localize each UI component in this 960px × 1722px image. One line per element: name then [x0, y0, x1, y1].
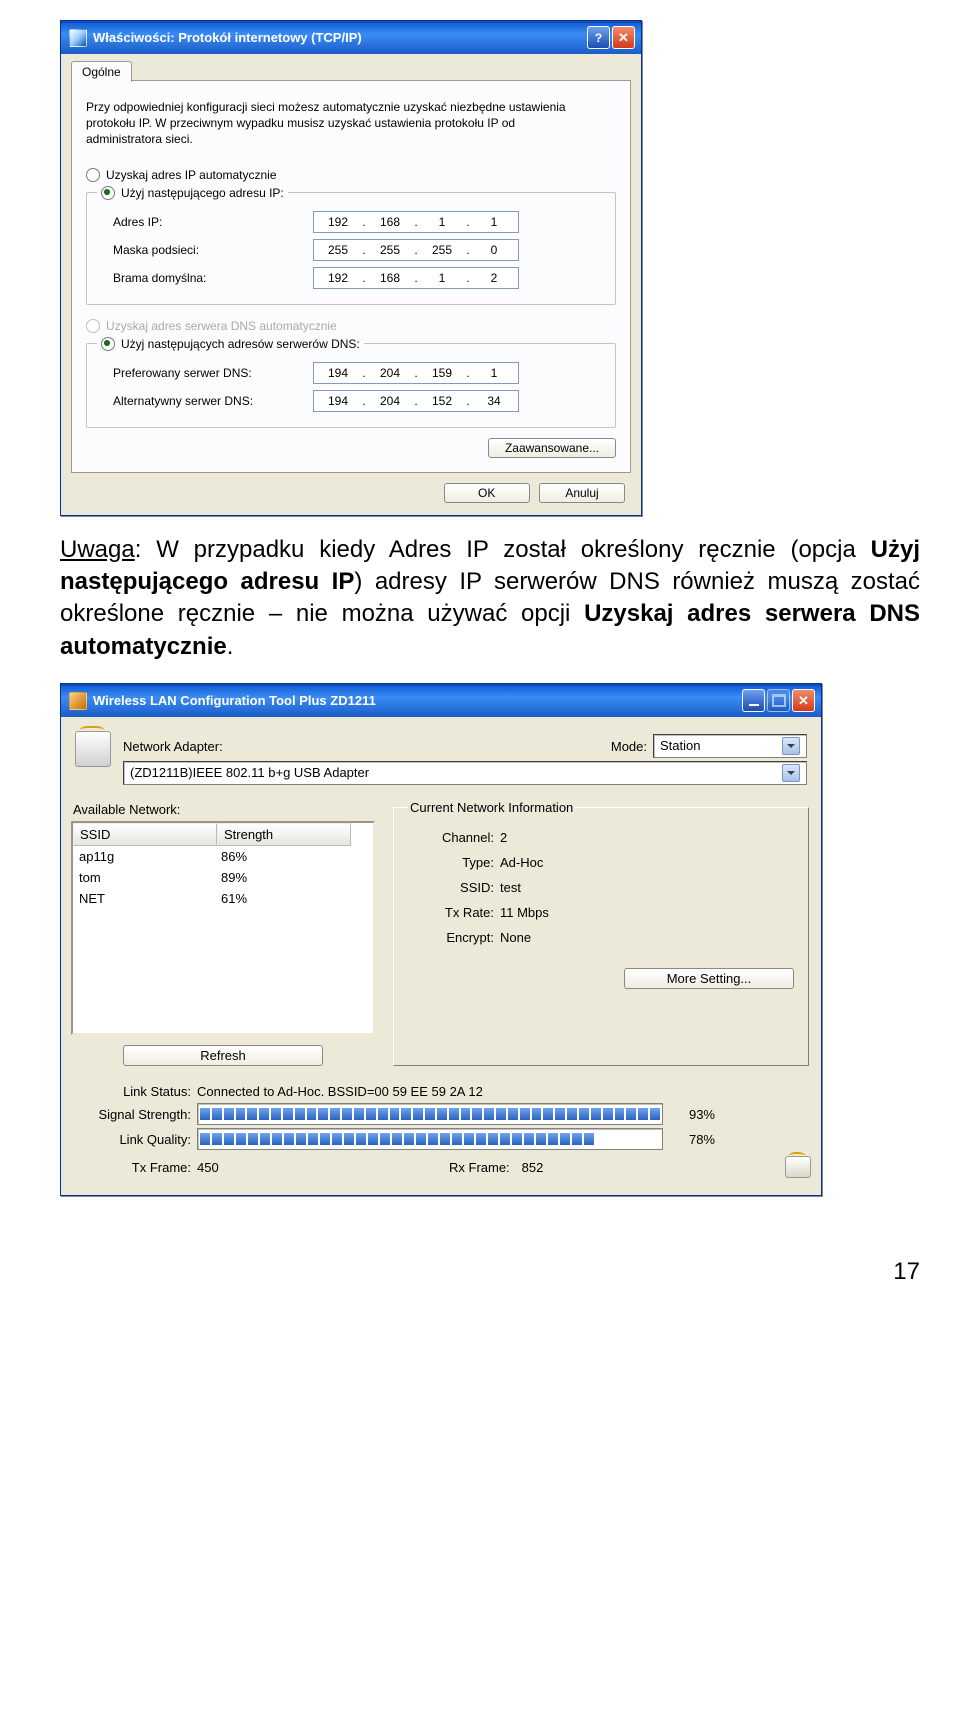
tab-general[interactable]: Ogólne — [71, 61, 132, 82]
tcpip-title: Właściwości: Protokół internetowy (TCP/I… — [93, 30, 585, 45]
minimize-button[interactable] — [742, 689, 765, 712]
more-setting-button[interactable]: More Setting... — [624, 968, 794, 989]
tcpip-body: Ogólne Przy odpowiedniej konfiguracji si… — [61, 54, 641, 515]
manual-dns-group: Użyj następujących adresów serwerów DNS:… — [86, 337, 616, 428]
radio-auto-ip[interactable]: Uzyskaj adres IP automatycznie — [86, 164, 616, 186]
encrypt-value: None — [500, 930, 531, 945]
radio-manual-dns[interactable]: Użyj następujących adresów serwerów DNS: — [101, 337, 360, 351]
type-key: Type: — [408, 855, 500, 870]
close-button[interactable] — [792, 689, 815, 712]
maximize-button[interactable] — [767, 689, 790, 712]
channel-value: 2 — [500, 830, 507, 845]
device-icon — [75, 731, 111, 767]
quality-value: 78% — [669, 1132, 715, 1147]
zd-icon — [785, 1156, 811, 1178]
radio-icon — [86, 168, 100, 182]
cancel-button[interactable]: Anuluj — [539, 483, 625, 503]
wlan-title: Wireless LAN Configuration Tool Plus ZD1… — [93, 693, 740, 708]
ssid-value: test — [500, 880, 521, 895]
mode-select[interactable]: Station — [653, 734, 807, 758]
radio-label: Użyj następującego adresu IP: — [121, 186, 284, 200]
txframe-key: Tx Frame: — [71, 1160, 191, 1175]
chevron-down-icon — [782, 764, 800, 782]
chevron-down-icon — [782, 737, 800, 755]
radio-manual-ip[interactable]: Użyj następującego adresu IP: — [101, 186, 284, 200]
help-button[interactable] — [587, 26, 610, 49]
rate-key: Tx Rate: — [408, 905, 500, 920]
radio-icon — [101, 186, 115, 200]
radio-label: Uzyskaj adres serwera DNS automatycznie — [106, 319, 337, 333]
list-item[interactable]: tom89% — [73, 867, 373, 888]
dns2-input[interactable]: 194. 204. 152. 34 — [313, 390, 519, 412]
signal-key: Signal Strength: — [71, 1107, 191, 1122]
rxframe-value: 852 — [522, 1160, 544, 1175]
wlan-dialog: Wireless LAN Configuration Tool Plus ZD1… — [60, 683, 822, 1196]
col-strength[interactable]: Strength — [217, 823, 351, 846]
tcpip-titlebar: Właściwości: Protokół internetowy (TCP/I… — [61, 21, 641, 54]
radio-label: Użyj następujących adresów serwerów DNS: — [121, 337, 360, 351]
manual-ip-group: Użyj następującego adresu IP: Adres IP: … — [86, 186, 616, 305]
tcpip-dialog: Właściwości: Protokół internetowy (TCP/I… — [60, 20, 642, 516]
intro-text: Przy odpowiedniej konfiguracji sieci moż… — [86, 99, 586, 148]
dialog-icon — [69, 29, 87, 47]
signal-bar — [197, 1103, 663, 1125]
gw-label: Brama domyślna: — [97, 271, 313, 285]
network-list[interactable]: SSID Strength ap11g86%tom89%NET61% — [71, 821, 375, 1035]
col-ssid[interactable]: SSID — [73, 823, 217, 846]
txframe-value: 450 — [197, 1160, 257, 1175]
tab-pane: Przy odpowiedniej konfiguracji sieci moż… — [71, 80, 631, 473]
list-item[interactable]: ap11g86% — [73, 846, 373, 867]
close-button[interactable] — [612, 26, 635, 49]
dns1-input[interactable]: 194. 204. 159. 1 — [313, 362, 519, 384]
ip-label: Adres IP: — [97, 215, 313, 229]
dns1-label: Preferowany serwer DNS: — [97, 366, 313, 380]
page-number: 17 — [0, 1234, 960, 1296]
radio-label: Uzyskaj adres IP automatycznie — [106, 168, 277, 182]
quality-bar — [197, 1128, 663, 1150]
signal-value: 93% — [669, 1107, 715, 1122]
refresh-button[interactable]: Refresh — [123, 1045, 323, 1066]
rate-value: 11 Mbps — [500, 905, 549, 920]
ok-button[interactable]: OK — [444, 483, 530, 503]
note-text: Uwaga: W przypadku kiedy Adres IP został… — [60, 534, 920, 664]
available-caption: Available Network: — [73, 802, 375, 817]
dns2-label: Alternatywny serwer DNS: — [97, 394, 313, 408]
link-status-key: Link Status: — [71, 1084, 191, 1099]
wlan-titlebar: Wireless LAN Configuration Tool Plus ZD1… — [61, 684, 821, 717]
advanced-button[interactable]: Zaawansowane... — [488, 438, 616, 458]
ip-input[interactable]: 192. 168. 1. 1 — [313, 211, 519, 233]
link-status-value: Connected to Ad-Hoc. BSSID=00 59 EE 59 2… — [197, 1084, 483, 1099]
radio-icon — [86, 319, 100, 333]
mode-caption: Mode: — [611, 739, 647, 754]
gw-input[interactable]: 192. 168. 1. 2 — [313, 267, 519, 289]
current-info-group: Current Network Information Channel:2 Ty… — [393, 800, 809, 1066]
adapter-select[interactable]: (ZD1211B)IEEE 802.11 b+g USB Adapter — [123, 761, 807, 785]
type-value: Ad-Hoc — [500, 855, 543, 870]
mask-input[interactable]: 255. 255. 255. 0 — [313, 239, 519, 261]
adapter-caption: Network Adapter: — [123, 739, 223, 754]
dialog-icon — [69, 692, 87, 710]
wlan-body: Network Adapter: Mode: Station (ZD1211B)… — [61, 717, 821, 1195]
list-item[interactable]: NET61% — [73, 888, 373, 909]
radio-icon — [101, 337, 115, 351]
quality-key: Link Quality: — [71, 1132, 191, 1147]
encrypt-key: Encrypt: — [408, 930, 500, 945]
ssid-key: SSID: — [408, 880, 500, 895]
rxframe-key: Rx Frame: — [449, 1160, 510, 1175]
mask-label: Maska podsieci: — [97, 243, 313, 257]
channel-key: Channel: — [408, 830, 500, 845]
current-info-legend: Current Network Information — [408, 800, 575, 815]
radio-auto-dns: Uzyskaj adres serwera DNS automatycznie — [86, 315, 616, 337]
